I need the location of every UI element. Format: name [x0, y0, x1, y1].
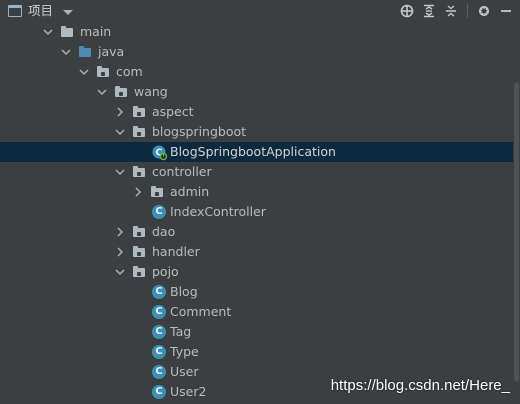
package-icon [96, 65, 110, 79]
tree-label-blogspringbootapplication: BlogSpringbootApplication [170, 144, 336, 159]
chevron-right-icon[interactable] [114, 106, 126, 118]
package-icon [132, 245, 146, 259]
gear-icon[interactable] [476, 3, 492, 19]
tree-node-controller[interactable]: controller [0, 162, 520, 182]
tree-node-java[interactable]: java [0, 42, 520, 62]
project-view-title: 项目 [28, 3, 54, 18]
project-view-selector[interactable]: 项目 [8, 3, 74, 19]
package-icon [132, 165, 146, 179]
hide-icon[interactable] [498, 3, 514, 19]
tree-label-dao: dao [152, 224, 176, 239]
vertical-scrollbar[interactable] [513, 22, 520, 404]
locate-icon[interactable] [399, 3, 415, 19]
tree-node-handler[interactable]: handler [0, 242, 520, 262]
tree-label-user2: User2 [170, 384, 207, 399]
tree-node-main[interactable]: main [0, 22, 520, 42]
tree-node-comment[interactable]: C Comment [0, 302, 520, 322]
package-icon [132, 125, 146, 139]
tree-label-type: Type [170, 344, 199, 359]
toolbar-separator [467, 4, 468, 18]
tree-node-blogspringboot[interactable]: blogspringboot [0, 122, 520, 142]
chevron-right-icon[interactable] [132, 186, 144, 198]
tree-node-type[interactable]: C Type [0, 342, 520, 362]
tree-label-pojo: pojo [152, 264, 179, 279]
tree-label-tag: Tag [170, 324, 192, 339]
tree-node-dao[interactable]: dao [0, 222, 520, 242]
chevron-down-icon[interactable] [42, 26, 54, 38]
tree-label-handler: handler [152, 244, 200, 259]
chevron-down-icon[interactable] [114, 126, 126, 138]
package-icon [114, 85, 128, 99]
tree-label-comment: Comment [170, 304, 232, 319]
tree-node-tag[interactable]: C Tag [0, 322, 520, 342]
class-icon: C [152, 365, 166, 379]
chevron-down-icon[interactable] [114, 266, 126, 278]
tree-label-user: User [170, 364, 199, 379]
tree-node-wang[interactable]: wang [0, 82, 520, 102]
tree-label-main: main [80, 24, 112, 39]
tree-label-wang: wang [134, 84, 168, 99]
class-icon: C [152, 345, 166, 359]
class-icon: C [152, 305, 166, 319]
tree-node-aspect[interactable]: aspect [0, 102, 520, 122]
expand-all-icon[interactable] [421, 3, 437, 19]
chevron-down-icon[interactable] [78, 66, 90, 78]
class-icon: C [152, 285, 166, 299]
dropdown-icon[interactable] [63, 9, 74, 15]
class-icon: C [152, 205, 166, 219]
tree-label-com: com [116, 64, 143, 79]
project-toolbar: 项目 [0, 0, 520, 22]
toolbar-actions [399, 2, 514, 20]
tree-label-aspect: aspect [152, 104, 194, 119]
tree-label-blogspringboot: blogspringboot [152, 124, 247, 139]
package-icon [132, 265, 146, 279]
tree-label-indexcontroller: IndexController [170, 204, 266, 219]
tree-label-java: java [98, 44, 125, 59]
chevron-down-icon[interactable] [96, 86, 108, 98]
project-tool-window: 项目 main java com wang aspect blogspringb… [0, 0, 520, 404]
tree-node-blog[interactable]: C Blog [0, 282, 520, 302]
chevron-right-icon[interactable] [114, 226, 126, 238]
package-icon [132, 105, 146, 119]
tree-node-admin[interactable]: admin [0, 182, 520, 202]
package-icon [132, 225, 146, 239]
tree-node-pojo[interactable]: pojo [0, 262, 520, 282]
scrollbar-thumb[interactable] [514, 82, 519, 382]
project-icon [8, 5, 22, 17]
collapse-all-icon[interactable] [443, 3, 459, 19]
package-icon [150, 185, 164, 199]
spring-boot-class-icon: C [152, 145, 168, 161]
class-icon: C [152, 385, 166, 399]
tree-node-com[interactable]: com [0, 62, 520, 82]
source-folder-icon [78, 45, 92, 59]
tree-node-blogspringbootapplication[interactable]: C BlogSpringbootApplication [0, 142, 520, 162]
tree-label-controller: controller [152, 164, 212, 179]
folder-icon [60, 25, 74, 39]
tree-node-indexcontroller[interactable]: C IndexController [0, 202, 520, 222]
chevron-down-icon[interactable] [60, 46, 72, 58]
tree-label-blog: Blog [170, 284, 198, 299]
tree-label-admin: admin [170, 184, 210, 199]
chevron-right-icon[interactable] [114, 246, 126, 258]
chevron-down-icon[interactable] [114, 166, 126, 178]
class-icon: C [152, 325, 166, 339]
watermark: https://blog.csdn.net/Here_ [330, 377, 510, 394]
